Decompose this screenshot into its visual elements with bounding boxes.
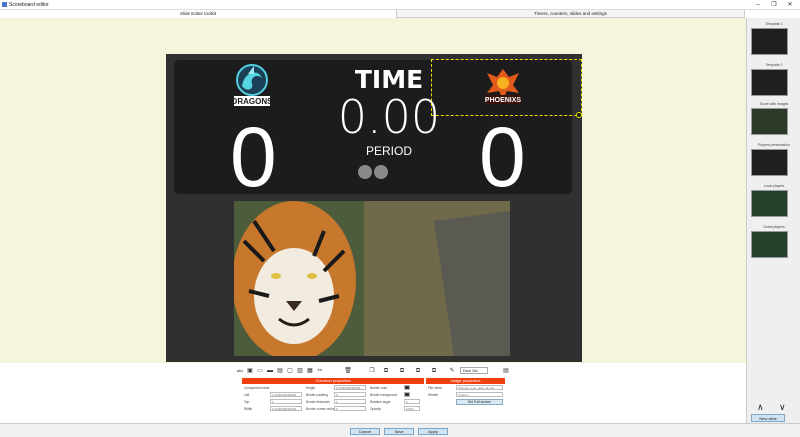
border-color-picker[interactable] xyxy=(404,385,410,390)
tab-timers-settings[interactable]: Timers, counters, slides and settings xyxy=(397,10,745,18)
file-name-input[interactable]: Phoenix_logo_gold_2k.png xyxy=(456,385,503,390)
title-bar: Scoreboard editor – ❐ ✕ xyxy=(0,0,800,10)
copy-icon[interactable]: ❐ xyxy=(368,367,376,375)
tab-bar: Slide Editor toolkit Timers, counters, s… xyxy=(0,10,745,18)
editor-canvas[interactable]: DRAGONS 0 TIME 0.00 PERIOD PHOENIXS 0 xyxy=(0,18,746,363)
template-label: Template 2 xyxy=(765,63,783,67)
template-thumbnail-6[interactable] xyxy=(751,231,788,258)
template-label: Score with images xyxy=(759,102,789,106)
border-color-label: Border color xyxy=(370,386,388,390)
cancel-button[interactable]: Cancel xyxy=(350,428,380,435)
dragons-logo[interactable]: DRAGONS xyxy=(228,62,276,110)
component-toolbar: abc ▣ ▭ ▬ ▤ ▢ ▥ ▦ ✂ 🗑 ❐ ⧉ ⧉ ⧉ ⧉ ✎ Each 1… xyxy=(236,366,516,378)
bring-forward-icon[interactable]: ⧉ xyxy=(382,367,390,375)
new-slide-button[interactable]: New slide xyxy=(751,414,785,422)
border-corner-label: Border corner radius xyxy=(306,407,336,411)
template-thumbnail-3[interactable] xyxy=(751,108,788,135)
template-label: Local players xyxy=(763,184,785,188)
templates-sidebar: Template 1 Template 2 Score with images … xyxy=(746,18,800,423)
opacity-label: Opacity xyxy=(370,407,381,411)
rotation-angle-label: Rotation angle xyxy=(370,400,391,404)
height-input[interactable]: 0,1000000000000 xyxy=(334,385,366,390)
image-tool-icon[interactable]: ▣ xyxy=(246,367,254,375)
app-icon xyxy=(2,2,7,7)
tab-slide-editor[interactable]: Slide Editor toolkit xyxy=(0,10,397,18)
border-corner-input[interactable]: 0 xyxy=(334,406,366,411)
template-label: Players presentation xyxy=(758,143,790,147)
save-button[interactable]: Save xyxy=(384,428,414,435)
line-tool-icon[interactable]: ▭ xyxy=(256,367,264,375)
away-score[interactable]: 0 xyxy=(479,115,526,199)
scoreboard-panel[interactable]: DRAGONS 0 TIME 0.00 PERIOD PHOENIXS 0 xyxy=(174,59,582,199)
photo-tool-icon[interactable]: ▤ xyxy=(276,367,284,375)
apply-button[interactable]: Apply xyxy=(418,428,448,435)
template-thumbnail-5[interactable] xyxy=(751,190,788,217)
stretch-label: Stretch xyxy=(428,393,439,397)
width-label: Width xyxy=(244,407,253,411)
template-thumbnail-4[interactable] xyxy=(751,149,788,176)
period-indicator-1[interactable] xyxy=(358,165,372,179)
border-thickness-input[interactable]: 0 xyxy=(334,399,366,404)
send-back-icon[interactable]: ⧉ xyxy=(430,367,438,375)
width-input[interactable]: 0,1000000000000 xyxy=(270,406,302,411)
bring-front-icon[interactable]: ⧉ xyxy=(414,367,422,375)
image-properties-header: Image properties xyxy=(426,378,505,384)
ratio-dropdown[interactable]: Each 16x xyxy=(460,367,488,374)
component-name-label: Component name xyxy=(244,386,270,390)
common-properties-header: Common properties xyxy=(242,378,424,384)
frame-tool-icon[interactable]: ▦ xyxy=(306,367,314,375)
top-label: Top xyxy=(244,400,250,404)
send-backward-icon[interactable]: ⧉ xyxy=(398,367,406,375)
pin-icon[interactable]: ✎ xyxy=(448,367,456,375)
move-down-button[interactable]: ∨ xyxy=(779,402,786,413)
picture-tool-icon[interactable]: ▢ xyxy=(286,367,294,375)
video-tool-icon[interactable]: ▥ xyxy=(296,367,304,375)
template-thumbnail-1[interactable] xyxy=(751,28,788,55)
tiger-image[interactable] xyxy=(234,201,510,356)
border-thickness-label: Border thickness xyxy=(306,400,330,404)
template-label: Template 1 xyxy=(765,22,783,26)
left-input[interactable]: 0,1000000000000 xyxy=(270,392,302,397)
border-background-picker[interactable] xyxy=(404,392,410,397)
period-indicator-2[interactable] xyxy=(374,165,388,179)
rectangle-tool-icon[interactable]: ▬ xyxy=(266,367,274,375)
tools-icon[interactable]: ✂ xyxy=(316,367,324,375)
border-background-label: Border background xyxy=(370,393,398,397)
clipboard-icon[interactable]: ▤ xyxy=(502,367,510,375)
slide-preview[interactable]: DRAGONS 0 TIME 0.00 PERIOD PHOENIXS 0 xyxy=(166,54,582,362)
resize-handle[interactable] xyxy=(576,112,582,118)
move-up-button[interactable]: ∧ xyxy=(757,402,764,413)
left-label: Left xyxy=(244,393,250,397)
template-label: Guest players xyxy=(763,225,785,229)
footer-bar: Cancel Save Apply xyxy=(0,423,800,437)
text-tool[interactable]: abc xyxy=(236,367,244,375)
home-score[interactable]: 0 xyxy=(230,115,277,199)
stretch-dropdown[interactable]: Uniform xyxy=(456,392,503,397)
close-button[interactable]: ✕ xyxy=(784,1,796,9)
tiger-illustration xyxy=(234,201,510,356)
component-name-input[interactable] xyxy=(270,385,271,390)
opacity-input[interactable]: 100% xyxy=(404,406,420,411)
maximize-button[interactable]: ❐ xyxy=(768,1,780,9)
window-title: Scoreboard editor xyxy=(9,2,49,8)
height-label: Height xyxy=(306,386,316,390)
minimize-button[interactable]: – xyxy=(752,1,764,9)
selection-outline[interactable] xyxy=(431,59,582,116)
top-input[interactable]: 0 xyxy=(270,399,302,404)
period-label[interactable]: PERIOD xyxy=(334,144,444,158)
border-padding-label: Border padding xyxy=(306,393,328,397)
properties-panel: Common properties Image properties Compo… xyxy=(242,378,505,418)
home-team-name: DRAGONS xyxy=(232,97,274,106)
template-thumbnail-2[interactable] xyxy=(751,69,788,96)
delete-icon[interactable]: 🗑 xyxy=(344,367,352,375)
rotation-angle-input[interactable]: 0 xyxy=(404,399,420,404)
file-name-label: File name xyxy=(428,386,442,390)
set-full-screen-button[interactable]: Set Full screen xyxy=(456,399,503,405)
border-padding-input[interactable]: 0 xyxy=(334,392,366,397)
